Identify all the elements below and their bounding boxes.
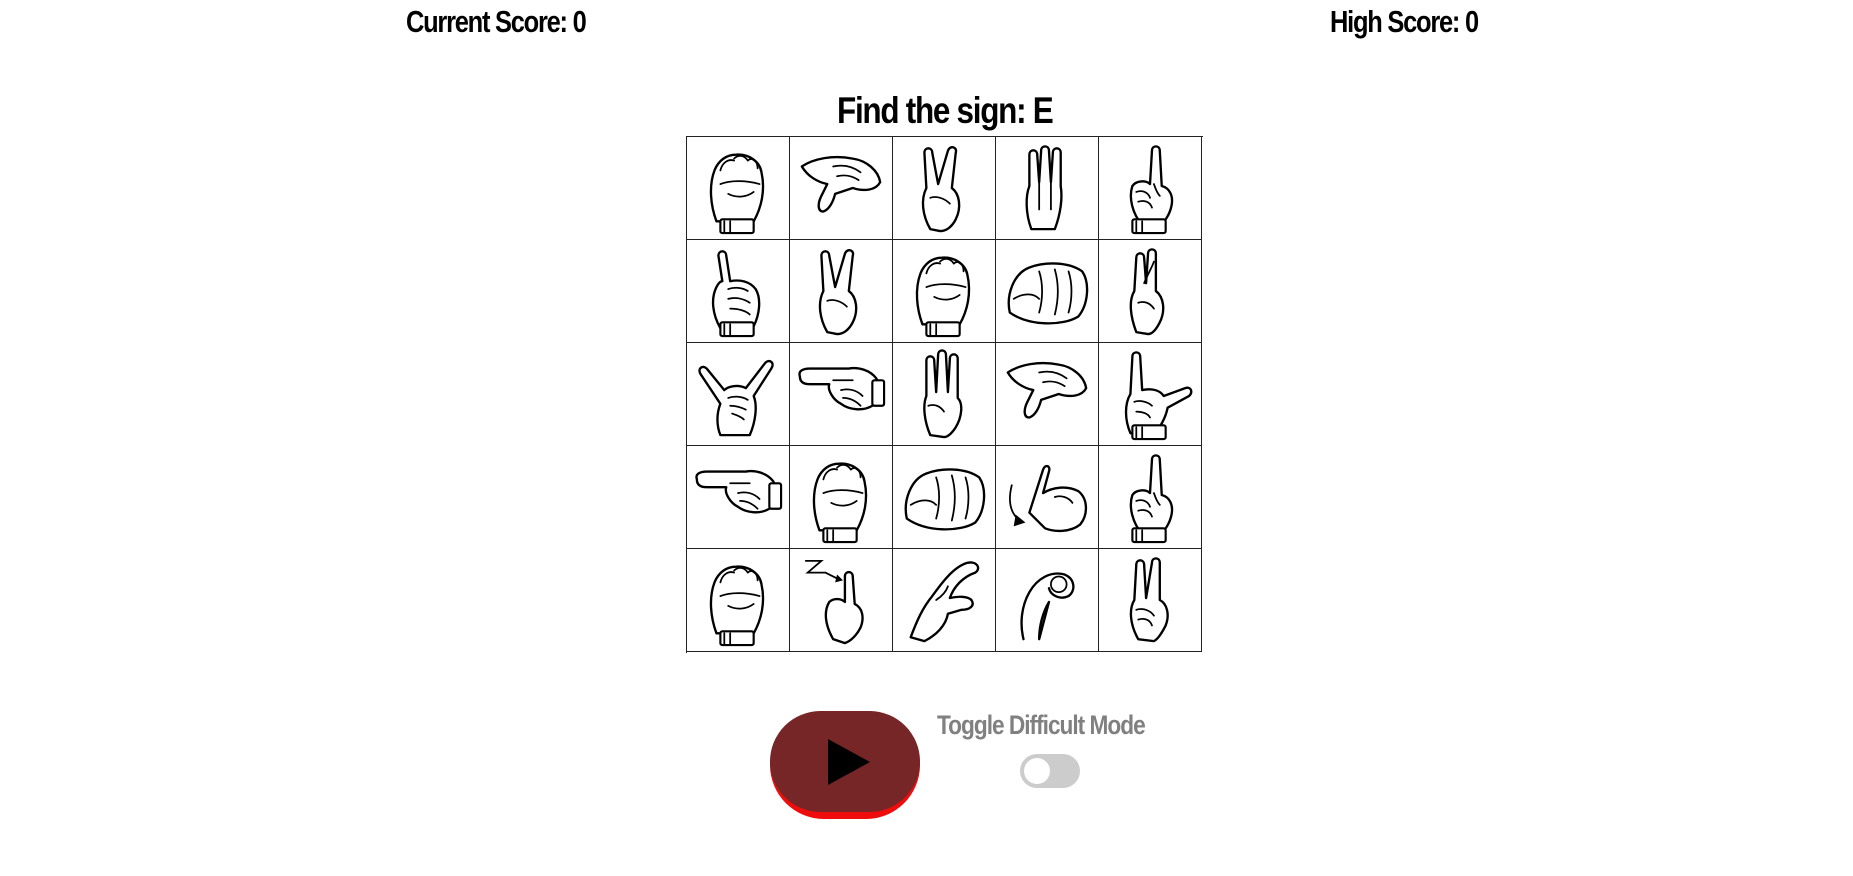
asl-index-hook-up-icon (1129, 454, 1174, 544)
sign-grid (686, 136, 1203, 653)
sign-cell-22[interactable] (790, 549, 893, 652)
sign-cell-17[interactable] (790, 446, 893, 549)
difficult-mode-label: Toggle Difficult Mode (937, 710, 1146, 740)
sign-cell-6[interactable] (687, 240, 790, 343)
game-page: Current Score: 0 High Score: 0 Find the … (0, 0, 1853, 876)
current-score: Current Score: 0 (406, 4, 587, 39)
sign-cell-5[interactable] (1099, 137, 1202, 240)
sign-cell-21[interactable] (687, 549, 790, 652)
asl-thumb-pinky-out-icon (698, 359, 774, 437)
asl-index-point-side-icon (798, 366, 886, 411)
sign-cell-19[interactable] (996, 446, 1099, 549)
play-button-face[interactable] (770, 711, 920, 812)
asl-c-shape-icon (909, 561, 980, 643)
high-score: High Score: 0 (1330, 4, 1479, 39)
asl-fist-side-icon (1007, 262, 1089, 325)
sign-cell-9[interactable] (996, 240, 1099, 343)
asl-fist-thumb-over-icon (709, 153, 765, 235)
sign-cell-7[interactable] (790, 240, 893, 343)
sign-cell-25[interactable] (1099, 549, 1202, 652)
asl-two-fingers-side-icon (695, 469, 783, 514)
asl-v-fingers-icon (818, 249, 858, 336)
play-icon (828, 738, 870, 785)
sign-cell-13[interactable] (893, 343, 996, 446)
asl-curled-fingers-icon (812, 462, 868, 544)
sign-cell-16[interactable] (687, 446, 790, 549)
sign-cell-15[interactable] (1099, 343, 1202, 446)
asl-pinky-up-icon (711, 250, 761, 338)
sign-cell-24[interactable] (996, 549, 1099, 652)
asl-pinky-j-arrow-icon (1009, 464, 1088, 533)
asl-o-shape-icon (1020, 572, 1075, 641)
asl-index-up-icon (1129, 145, 1174, 235)
sign-cell-23[interactable] (893, 549, 996, 652)
sign-cell-20[interactable] (1099, 446, 1202, 549)
asl-fist-front-icon (904, 468, 986, 531)
sign-cell-12[interactable] (790, 343, 893, 446)
asl-three-fingers-up-icon (923, 349, 963, 439)
sign-cell-3[interactable] (893, 137, 996, 240)
sign-cell-10[interactable] (1099, 240, 1202, 343)
sign-cell-11[interactable] (687, 343, 790, 446)
asl-v-sign-icon (921, 146, 961, 233)
difficult-mode-toggle[interactable] (1020, 754, 1080, 788)
asl-l-sign-icon (1124, 351, 1193, 441)
asl-flat-fingers-up-icon (1025, 145, 1063, 231)
sign-cell-4[interactable] (996, 137, 1099, 240)
sign-cell-1[interactable] (687, 137, 790, 240)
sign-cell-8[interactable] (893, 240, 996, 343)
asl-index-point-down-icon (1006, 361, 1088, 419)
asl-crossed-fingers-icon (1129, 557, 1169, 643)
sign-cell-18[interactable] (893, 446, 996, 549)
sign-prompt-text: Find the sign: E (837, 90, 1054, 131)
asl-two-fingers-down-icon (800, 155, 882, 213)
toggle-knob[interactable] (1024, 758, 1050, 784)
asl-fist-thumb-tucked-icon (915, 256, 971, 338)
sign-prompt: Find the sign: E (0, 90, 1853, 132)
asl-fist-thumb-front-icon (709, 565, 765, 647)
sign-cell-2[interactable] (790, 137, 893, 240)
asl-crossed-fingers-up-icon (1129, 248, 1165, 336)
sign-cell-14[interactable] (996, 343, 1099, 446)
play-button[interactable] (770, 711, 920, 819)
asl-index-z-arrow-icon (804, 559, 864, 645)
